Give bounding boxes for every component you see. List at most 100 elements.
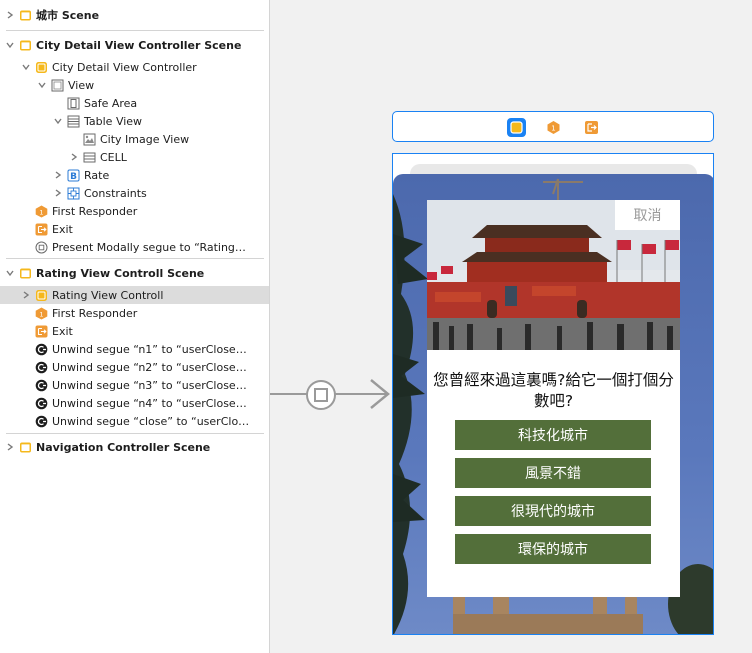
tree-item-unwind-n4[interactable]: Unwind segue “n4” to “userClose… xyxy=(0,394,269,412)
scene-row-city-detail[interactable]: City Detail View Controller Scene xyxy=(0,36,269,54)
image-view-icon xyxy=(83,133,96,146)
outline-row-label: City Detail View Controller xyxy=(52,60,197,74)
scene-row-city[interactable]: 城市 Scene xyxy=(0,6,269,24)
scene-dock: 1 xyxy=(392,111,714,142)
outline-row-label: Unwind segue “n1” to “userClose… xyxy=(52,342,247,356)
tree-item-constraints[interactable]: Constraints xyxy=(0,184,269,202)
button-icon: B xyxy=(67,169,80,182)
first-responder-icon: 1 xyxy=(35,205,48,218)
outline-row-label: Rating View Controll Scene xyxy=(36,266,205,280)
outline-row-label: Present Modally segue to “Rating… xyxy=(52,240,246,254)
unwind-segue-icon xyxy=(35,397,48,410)
disclosure-expanded-icon[interactable] xyxy=(5,40,15,50)
outline-row-label: City Detail View Controller Scene xyxy=(36,38,242,52)
tree-item-city-image-view[interactable]: City Image View xyxy=(0,130,269,148)
scene-divider xyxy=(6,433,264,434)
outline-row-label: Rate xyxy=(84,168,110,182)
exit-icon[interactable] xyxy=(582,118,601,137)
rating-view-controller-frame[interactable]: 取消 您曾經來過這裏嗎?給它一個打個分數吧? 科技化城市 風景不錯 很現代的城市… xyxy=(392,153,714,635)
view-controller-icon[interactable] xyxy=(507,118,526,137)
view-controller-icon xyxy=(35,61,48,74)
outline-row-label: Navigation Controller Scene xyxy=(36,440,211,454)
tree-item-view[interactable]: View xyxy=(0,76,269,94)
outline-row-label: 城市 Scene xyxy=(36,9,100,22)
outline-row-label: Table View xyxy=(84,114,143,128)
tree-item-rating-first-responder[interactable]: 1 First Responder xyxy=(0,304,269,322)
disclosure-expanded-icon[interactable] xyxy=(21,62,31,72)
svg-text:B: B xyxy=(70,172,77,182)
disclosure-collapsed-icon[interactable] xyxy=(21,290,31,300)
tree-item-rating-vc[interactable]: Rating View Controll xyxy=(0,286,269,304)
view-controller-icon xyxy=(35,289,48,302)
first-responder-icon[interactable]: 1 xyxy=(544,118,563,137)
scene-divider xyxy=(6,258,264,259)
segue-icon[interactable] xyxy=(305,379,337,411)
tree-item-unwind-n2[interactable]: Unwind segue “n2” to “userClose… xyxy=(0,358,269,376)
scene-icon xyxy=(19,441,32,454)
outline-row-label: Exit xyxy=(52,324,73,338)
outline-row-label: Unwind segue “n4” to “userClose… xyxy=(52,396,247,410)
tree-item-unwind-n3[interactable]: Unwind segue “n3” to “userClose… xyxy=(0,376,269,394)
disclosure-collapsed-icon[interactable] xyxy=(69,152,79,162)
option-button-nice-scenery[interactable]: 風景不錯 xyxy=(455,458,651,488)
outline-row-label: Safe Area xyxy=(84,96,138,110)
unwind-segue-icon xyxy=(35,361,48,374)
tree-item-present-segue[interactable]: Present Modally segue to “Rating… xyxy=(0,238,269,256)
tree-item-table-view[interactable]: Table View xyxy=(0,112,269,130)
tree-item-safe-area[interactable]: Safe Area xyxy=(0,94,269,112)
unwind-segue-icon xyxy=(35,379,48,392)
outline-row-label: View xyxy=(68,78,95,92)
outline-row-label: Rating View Controll xyxy=(52,288,164,302)
rating-question: 您曾經來過這裏嗎?給它一個打個分數吧? xyxy=(433,371,674,410)
option-button-modern-city[interactable]: 很現代的城市 xyxy=(455,496,651,526)
scene-icon xyxy=(19,267,32,280)
outline-row-label: CELL xyxy=(100,150,127,164)
tree-item-unwind-n1[interactable]: Unwind segue “n1” to “userClose… xyxy=(0,340,269,358)
disclosure-collapsed-icon[interactable] xyxy=(53,170,63,180)
tree-item-unwind-close[interactable]: Unwind segue “close” to “userClo… xyxy=(0,412,269,430)
tree-item-first-responder[interactable]: 1 First Responder xyxy=(0,202,269,220)
safe-area-icon xyxy=(67,97,80,110)
scene-divider xyxy=(6,30,264,31)
scene-icon xyxy=(19,9,32,22)
segue-icon xyxy=(35,241,48,254)
disclosure-collapsed-icon[interactable] xyxy=(5,442,15,452)
document-outline: 城市 Scene City Detail View Controller Scen… xyxy=(0,0,270,653)
svg-text:1: 1 xyxy=(551,125,555,133)
exit-icon xyxy=(35,325,48,338)
disclosure-expanded-icon[interactable] xyxy=(37,80,47,90)
outline-row-label: First Responder xyxy=(52,204,138,218)
constraints-icon xyxy=(67,187,80,200)
cancel-button[interactable]: 取消 xyxy=(615,200,680,230)
disclosure-collapsed-icon[interactable] xyxy=(53,188,63,198)
disclosure-collapsed-icon[interactable] xyxy=(5,10,15,20)
tree-item-city-detail-vc[interactable]: City Detail View Controller xyxy=(0,58,269,76)
exit-icon xyxy=(35,223,48,236)
tree-item-cell[interactable]: CELL xyxy=(0,148,269,166)
outline-row-label: City Image View xyxy=(100,132,190,146)
disclosure-expanded-icon[interactable] xyxy=(53,116,63,126)
outline-row-label: Exit xyxy=(52,222,73,236)
option-button-tech-city[interactable]: 科技化城市 xyxy=(455,420,651,450)
segue-arrowhead xyxy=(370,379,390,409)
scene-icon xyxy=(19,39,32,52)
outline-row-label: Unwind segue “n3” to “userClose… xyxy=(52,378,247,392)
disclosure-expanded-icon[interactable] xyxy=(5,268,15,278)
outline-row-label: Unwind segue “n2” to “userClose… xyxy=(52,360,247,374)
outline-row-label: Unwind segue “close” to “userClo… xyxy=(52,414,250,428)
rating-card: 取消 您曾經來過這裏嗎?給它一個打個分數吧? 科技化城市 風景不錯 很現代的城市… xyxy=(427,200,680,597)
svg-text:1: 1 xyxy=(39,208,43,216)
first-responder-icon: 1 xyxy=(35,307,48,320)
tree-item-rating-exit[interactable]: Exit xyxy=(0,322,269,340)
outline-row-label: First Responder xyxy=(52,306,138,320)
unwind-segue-icon xyxy=(35,415,48,428)
tree-item-rate[interactable]: B Rate xyxy=(0,166,269,184)
outline-row-label: Constraints xyxy=(84,186,147,200)
scene-row-rating[interactable]: Rating View Controll Scene xyxy=(0,264,269,282)
tree-item-exit[interactable]: Exit xyxy=(0,220,269,238)
scene-row-navigation-controller[interactable]: Navigation Controller Scene xyxy=(0,438,269,456)
svg-text:1: 1 xyxy=(39,310,43,318)
table-cell-icon xyxy=(83,151,96,164)
view-icon xyxy=(51,79,64,92)
option-button-eco-city[interactable]: 環保的城市 xyxy=(455,534,651,564)
